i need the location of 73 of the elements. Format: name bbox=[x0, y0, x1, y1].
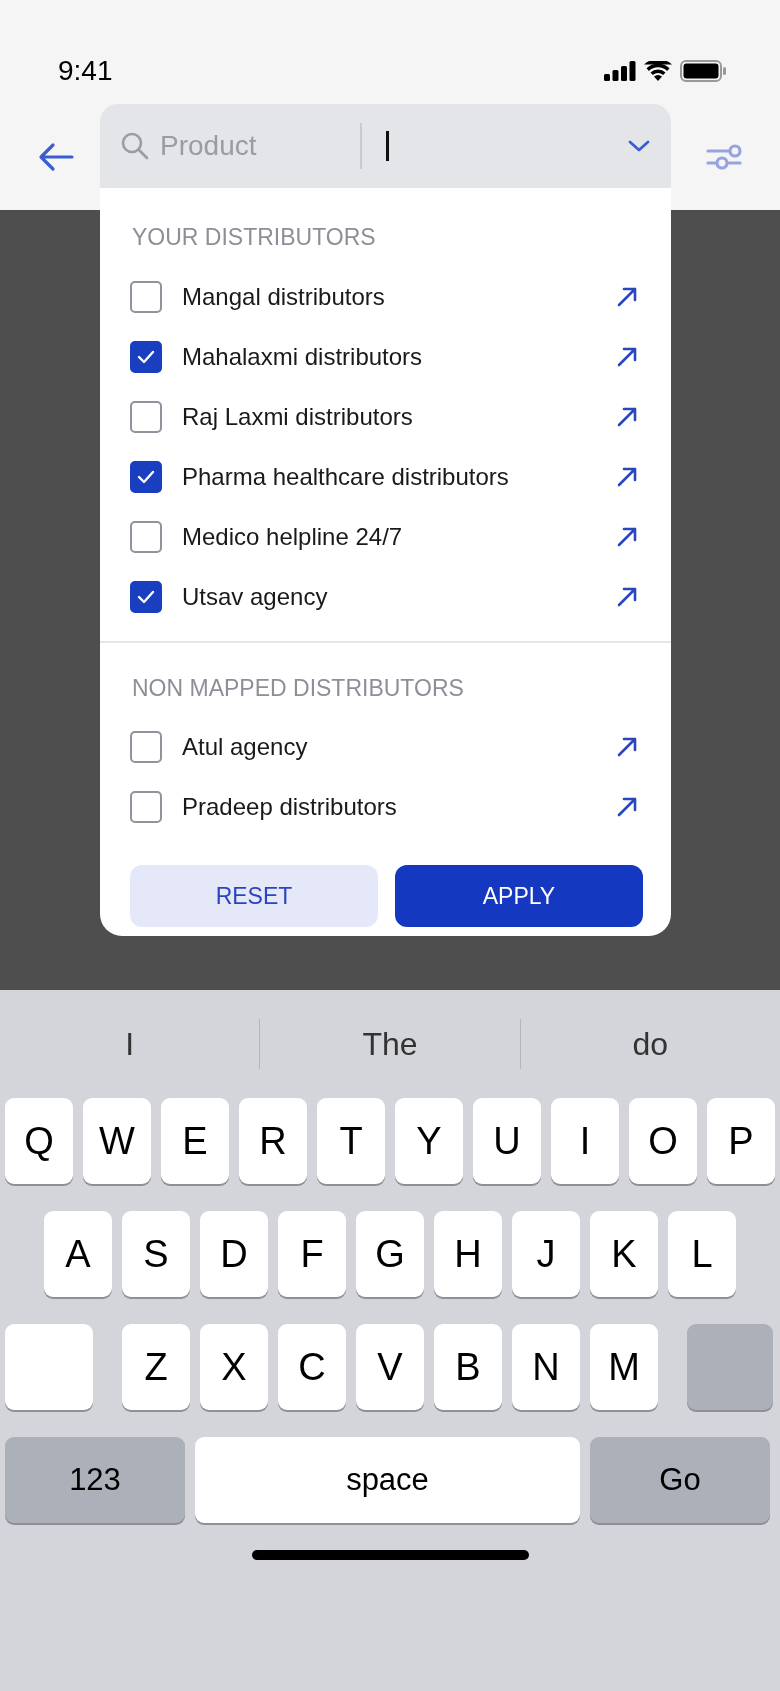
space-key[interactable]: space bbox=[195, 1437, 580, 1523]
search-icon bbox=[120, 131, 150, 161]
search-field[interactable]: Product bbox=[160, 125, 350, 167]
distributor-name: Utsav agency bbox=[182, 581, 329, 612]
keyboard-key[interactable]: V bbox=[356, 1324, 424, 1410]
keyboard-key[interactable]: H bbox=[434, 1211, 502, 1297]
checkbox[interactable] bbox=[130, 340, 162, 373]
checkbox[interactable] bbox=[130, 400, 162, 433]
keyboard-key[interactable]: I bbox=[551, 1098, 619, 1184]
keyboard-key[interactable]: A bbox=[44, 1211, 112, 1297]
word-suggestion[interactable]: I bbox=[0, 1020, 260, 1068]
external-link-arrow-icon[interactable] bbox=[617, 586, 637, 607]
reset-button[interactable]: RESET bbox=[130, 865, 378, 927]
distributor-name: Mahalaxmi distributors bbox=[182, 341, 424, 372]
text-cursor bbox=[386, 131, 389, 161]
distributor-name: Raj Laxmi distributors bbox=[182, 401, 414, 432]
keyboard-key[interactable]: J bbox=[512, 1211, 580, 1297]
word-suggestion[interactable]: do bbox=[520, 1020, 780, 1068]
checkbox[interactable] bbox=[130, 460, 162, 493]
keyboard-key[interactable]: E bbox=[161, 1098, 229, 1184]
keyboard-key[interactable]: W bbox=[83, 1098, 151, 1184]
chevron-down-icon[interactable] bbox=[627, 139, 651, 153]
signal-icon bbox=[604, 61, 636, 81]
keyboard-key[interactable]: N bbox=[512, 1324, 580, 1410]
keyboard-key[interactable]: G bbox=[356, 1211, 424, 1297]
external-link-arrow-icon[interactable] bbox=[617, 737, 637, 757]
keyboard-key[interactable]: M bbox=[590, 1324, 658, 1410]
keyboard-key[interactable]: T bbox=[317, 1098, 385, 1184]
distributor-name: Medico helpline 24/7 bbox=[182, 521, 404, 552]
section-heading: NON MAPPED DISTRIBUTORS bbox=[131, 673, 465, 703]
external-link-arrow-icon[interactable] bbox=[617, 466, 637, 487]
keyboard-key[interactable]: Z bbox=[122, 1324, 190, 1410]
distributor-name: Pradeep distributors bbox=[182, 792, 398, 822]
keyboard-key[interactable]: O bbox=[629, 1098, 697, 1184]
checkbox[interactable] bbox=[130, 731, 162, 763]
external-link-arrow-icon[interactable] bbox=[617, 346, 637, 367]
checkbox[interactable] bbox=[130, 580, 162, 613]
checkmark-icon bbox=[137, 469, 155, 484]
back-arrow-icon[interactable] bbox=[38, 142, 74, 172]
keyboard-key[interactable]: B bbox=[434, 1324, 502, 1410]
keyboard-key[interactable]: X bbox=[200, 1324, 268, 1410]
external-link-arrow-icon[interactable] bbox=[617, 406, 637, 427]
section-heading: YOUR DISTRIBUTORS bbox=[131, 223, 377, 252]
keyboard-key[interactable]: Y bbox=[395, 1098, 463, 1184]
apply-button[interactable]: APPLY bbox=[395, 865, 643, 927]
external-link-arrow-icon[interactable] bbox=[617, 286, 637, 307]
battery-icon bbox=[680, 60, 726, 82]
checkbox[interactable] bbox=[130, 520, 162, 553]
word-suggestion[interactable]: The bbox=[260, 1020, 520, 1068]
keyboard-key[interactable]: S bbox=[122, 1211, 190, 1297]
go-key[interactable]: Go bbox=[590, 1437, 770, 1523]
keyboard-key[interactable]: Q bbox=[5, 1098, 73, 1184]
distributor-name: Mangal distributors bbox=[182, 281, 386, 312]
distributor-name: Pharma healthcare distributors bbox=[182, 461, 510, 492]
status-time: 9:41 bbox=[58, 54, 113, 88]
external-link-arrow-icon[interactable] bbox=[617, 526, 637, 547]
numbers-key[interactable]: 123 bbox=[5, 1437, 185, 1523]
external-link-arrow-icon[interactable] bbox=[617, 797, 637, 817]
checkbox[interactable] bbox=[130, 280, 162, 313]
checkmark-icon bbox=[137, 589, 155, 604]
keyboard-key[interactable]: P bbox=[707, 1098, 775, 1184]
keyboard-key[interactable]: D bbox=[200, 1211, 268, 1297]
filter-sliders-icon[interactable] bbox=[706, 142, 742, 172]
distributor-name: Atul agency bbox=[182, 732, 309, 762]
keyboard-key[interactable]: F bbox=[278, 1211, 346, 1297]
wifi-icon bbox=[644, 61, 672, 81]
checkbox[interactable] bbox=[130, 791, 162, 823]
keyboard-key[interactable]: C bbox=[278, 1324, 346, 1410]
keyboard-key[interactable]: R bbox=[239, 1098, 307, 1184]
checkmark-icon bbox=[137, 349, 155, 364]
keyboard-key[interactable]: K bbox=[590, 1211, 658, 1297]
keyboard-key[interactable]: U bbox=[473, 1098, 541, 1184]
keyboard-key[interactable]: L bbox=[668, 1211, 736, 1297]
